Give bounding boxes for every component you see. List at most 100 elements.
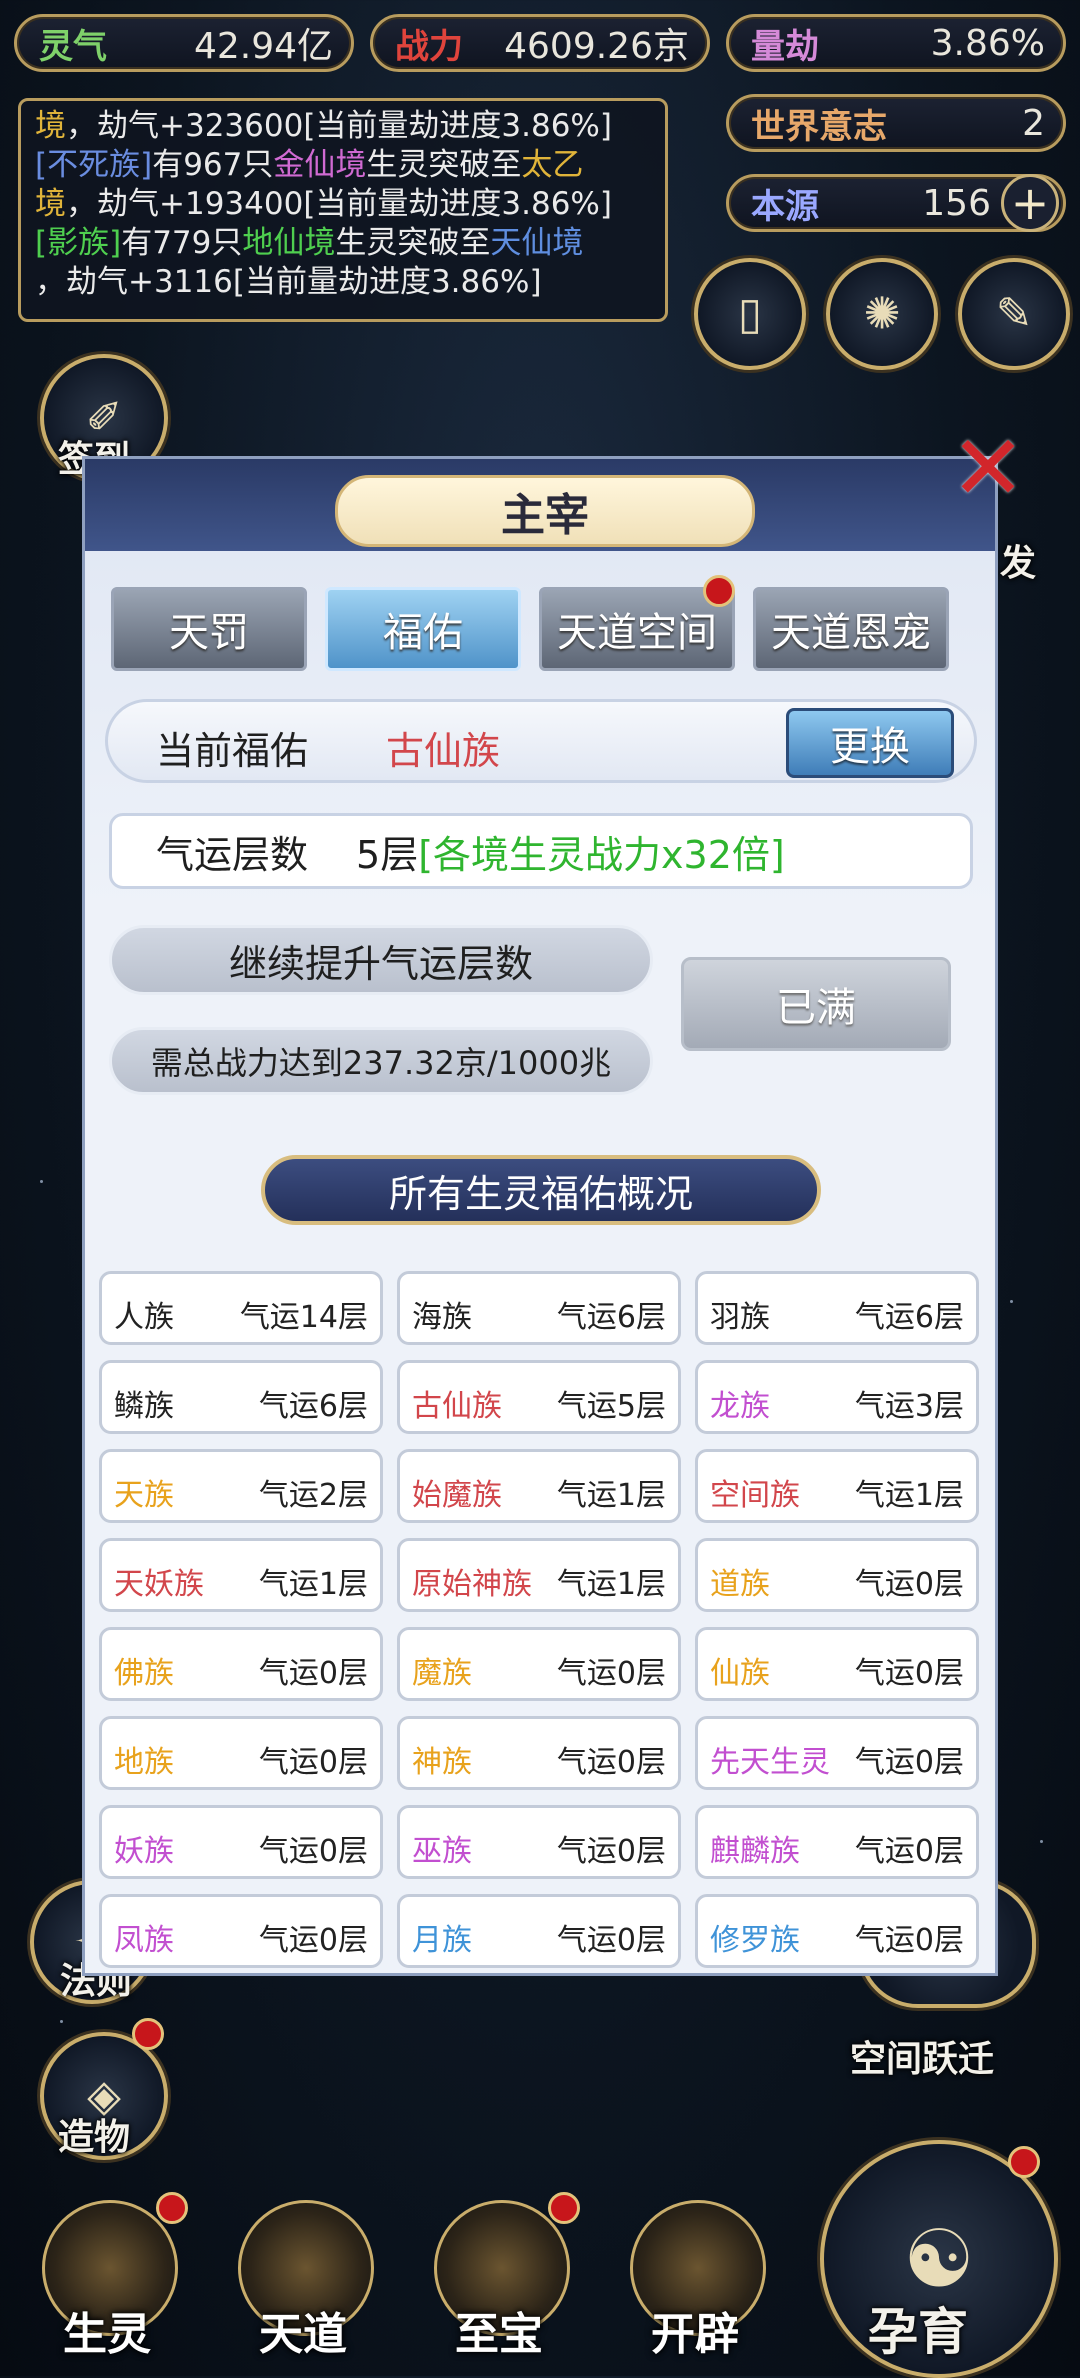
- race-fortune-level: 气运0层: [854, 1656, 964, 1691]
- race-cell[interactable]: 魔族 气运0层: [397, 1627, 681, 1701]
- race-fortune-level: 气运5层: [556, 1389, 666, 1424]
- race-fortune-level: 气运0层: [258, 1745, 368, 1780]
- race-fortune-level: 气运1层: [854, 1478, 964, 1513]
- race-name: 空间族: [710, 1478, 800, 1513]
- race-cell[interactable]: 神族 气运0层: [397, 1716, 681, 1790]
- log-line: [不死族]有967只金仙境生灵突破至太乙: [35, 146, 651, 185]
- race-cell[interactable]: 佛族 气运0层: [99, 1627, 383, 1701]
- space-jump-label: 空间跃迁: [850, 2038, 995, 2080]
- log-segment: 有779只: [121, 225, 243, 261]
- race-fortune-level: 气运2层: [258, 1478, 368, 1513]
- race-name: 海族: [412, 1300, 472, 1335]
- full-button[interactable]: 已满: [681, 957, 951, 1051]
- liangjie-bar[interactable]: 量劫 3.86%: [726, 14, 1066, 72]
- right-fa-label[interactable]: 发: [1000, 534, 1036, 586]
- master-dialog: 主宰 天罚 福佑 天道空间 天道恩宠 当前福佑 古仙族 更换 气运层数 5层 […: [82, 456, 998, 1976]
- nav-tiandao-label: 天道: [259, 2309, 347, 2360]
- race-name: 先天生灵: [710, 1745, 830, 1780]
- race-fortune-level: 气运6层: [854, 1300, 964, 1335]
- fortune-level: 5层: [356, 832, 419, 877]
- race-cell[interactable]: 麒麟族 气运0层: [695, 1805, 979, 1879]
- race-name: 原始神族: [412, 1567, 532, 1602]
- star: [1010, 1300, 1013, 1303]
- race-cell[interactable]: 海族 气运6层: [397, 1271, 681, 1345]
- race-name: 月族: [412, 1923, 472, 1958]
- race-cell[interactable]: 原始神族 气运1层: [397, 1538, 681, 1612]
- nav-kaipi[interactable]: 开辟: [620, 2200, 770, 2360]
- tab-tianfa[interactable]: 天罚: [111, 587, 307, 671]
- zaowu-notification-dot: [132, 2018, 164, 2050]
- race-name: 麒麟族: [710, 1834, 800, 1869]
- continue-label: 继续提升气运层数: [109, 925, 653, 995]
- race-cell[interactable]: 鳞族 气运6层: [99, 1360, 383, 1434]
- card-icon-button[interactable]: ▯: [694, 258, 806, 370]
- race-fortune-level: 气运0层: [258, 1923, 368, 1958]
- world-will-bar[interactable]: 世界意志 2: [726, 94, 1066, 152]
- race-cell[interactable]: 天族 气运2层: [99, 1449, 383, 1523]
- fortune-bonus: [各境生灵战力x32倍]: [418, 832, 785, 877]
- race-fortune-level: 气运0层: [556, 1745, 666, 1780]
- nav-zhibao-label: 至宝: [455, 2309, 543, 2360]
- nav-tiandao[interactable]: 天道: [228, 2200, 378, 2360]
- close-icon[interactable]: ✕: [940, 416, 1036, 521]
- race-name: 魔族: [412, 1656, 472, 1691]
- race-name: 地族: [114, 1745, 174, 1780]
- card-icon: ▯: [737, 288, 763, 340]
- benyuan-plus-button[interactable]: +: [1001, 174, 1059, 232]
- race-cell[interactable]: 修罗族 气运0层: [695, 1894, 979, 1968]
- event-log: 境，劫气+323600[当前量劫进度3.86%] [不死族]有967只金仙境生灵突…: [18, 98, 668, 322]
- log-segment: [影族]: [35, 225, 122, 261]
- nav-zhibao[interactable]: 至宝: [424, 2192, 580, 2360]
- race-fortune-level: 气运0层: [258, 1656, 368, 1691]
- race-name: 凤族: [114, 1923, 174, 1958]
- star: [1040, 1840, 1043, 1843]
- race-name: 神族: [412, 1745, 472, 1780]
- log-line: 境，劫气+193400[当前量劫进度3.86%]: [35, 185, 651, 224]
- liangjie-label: 量劫: [751, 26, 819, 67]
- swirl-icon-button[interactable]: ✺: [826, 258, 938, 370]
- star: [40, 1180, 43, 1183]
- race-name: 龙族: [710, 1389, 770, 1424]
- race-name: 鳞族: [114, 1389, 174, 1424]
- lingqi-bar: 灵气 42.94亿: [14, 14, 354, 72]
- race-name: 仙族: [710, 1656, 770, 1691]
- race-cell[interactable]: 人族 气运14层: [99, 1271, 383, 1345]
- race-fortune-level: 气运6层: [556, 1300, 666, 1335]
- zaowu-label: 造物: [58, 2116, 131, 2158]
- benyuan-bar: 本源 156 +: [726, 174, 1066, 232]
- zhanli-label: 战力: [395, 26, 463, 67]
- race-cell[interactable]: 月族 气运0层: [397, 1894, 681, 1968]
- race-cell[interactable]: 仙族 气运0层: [695, 1627, 979, 1701]
- race-fortune-level: 气运0层: [556, 1656, 666, 1691]
- tab-tiandao-favor[interactable]: 天道恩宠: [753, 587, 949, 671]
- race-name: 天族: [114, 1478, 174, 1513]
- tab-fuyou[interactable]: 福佑: [325, 587, 521, 671]
- log-segment: 金仙境: [273, 147, 367, 183]
- race-cell[interactable]: 地族 气运0层: [99, 1716, 383, 1790]
- race-cell[interactable]: 巫族 气运0层: [397, 1805, 681, 1879]
- dialog-title: 主宰: [335, 475, 755, 547]
- log-segment: 生灵突破至: [335, 225, 491, 261]
- race-name: 天妖族: [114, 1567, 204, 1602]
- race-cell[interactable]: 羽族 气运6层: [695, 1271, 979, 1345]
- race-name: 妖族: [114, 1834, 174, 1869]
- zhibao-notification-dot: [548, 2192, 580, 2224]
- race-name: 始魔族: [412, 1478, 502, 1513]
- race-cell[interactable]: 妖族 气运0层: [99, 1805, 383, 1879]
- race-cell[interactable]: 始魔族 气运1层: [397, 1449, 681, 1523]
- nav-shengling[interactable]: 生灵: [32, 2192, 188, 2360]
- race-cell[interactable]: 先天生灵 气运0层: [695, 1716, 979, 1790]
- world-will-value: 2: [1022, 102, 1045, 144]
- swap-button[interactable]: 更换: [786, 708, 954, 778]
- race-cell[interactable]: 空间族 气运1层: [695, 1449, 979, 1523]
- race-cell[interactable]: 龙族 气运3层: [695, 1360, 979, 1434]
- race-fortune-level: 气运1层: [258, 1567, 368, 1602]
- race-cell[interactable]: 凤族 气运0层: [99, 1894, 383, 1968]
- race-cell[interactable]: 古仙族 气运5层: [397, 1360, 681, 1434]
- race-cell[interactable]: 道族 气运0层: [695, 1538, 979, 1612]
- race-cell[interactable]: 天妖族 气运1层: [99, 1538, 383, 1612]
- scroll-icon-button[interactable]: ✎: [958, 258, 1070, 370]
- star: [60, 2020, 63, 2023]
- log-segment: 境: [35, 108, 66, 144]
- race-fortune-level: 气运0层: [556, 1834, 666, 1869]
